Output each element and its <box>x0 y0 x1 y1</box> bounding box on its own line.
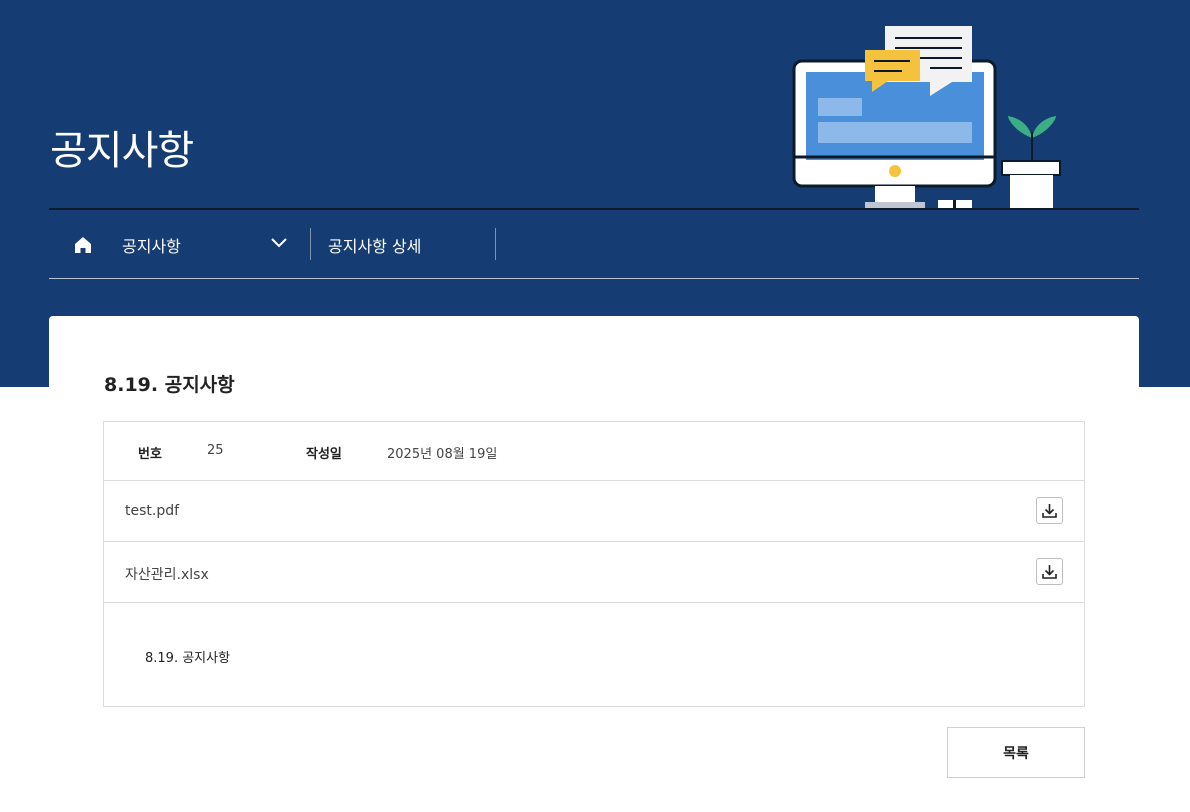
date-label: 작성일 <box>306 447 342 462</box>
list-button[interactable]: 목록 <box>947 727 1085 778</box>
download-icon <box>1042 504 1057 518</box>
page-title: 공지사항 <box>50 128 194 174</box>
file-row: 자산관리.xlsx <box>104 542 1084 603</box>
monitor-illustration <box>792 26 1061 208</box>
download-button[interactable] <box>1036 558 1063 585</box>
breadcrumb-separator <box>495 228 496 260</box>
post-title: 8.19. 공지사항 <box>104 374 235 396</box>
file-name[interactable]: test.pdf <box>125 503 179 519</box>
hero-divider <box>49 208 1139 210</box>
breadcrumb-separator <box>310 228 311 260</box>
breadcrumb-item-notice[interactable]: 공지사항 <box>122 233 181 257</box>
number-value: 25 <box>207 443 224 458</box>
breadcrumb-item-notice-detail[interactable]: 공지사항 상세 <box>328 233 421 257</box>
home-icon[interactable] <box>73 235 93 255</box>
post-content: 8.19. 공지사항 <box>145 651 231 666</box>
download-icon <box>1042 565 1057 579</box>
download-button[interactable] <box>1036 497 1063 524</box>
file-name[interactable]: 자산관리.xlsx <box>125 564 209 584</box>
nav-divider <box>49 278 1139 279</box>
date-value: 2025년 08월 19일 <box>387 447 498 462</box>
file-row: test.pdf <box>104 481 1084 542</box>
post-detail: 번호 25 작성일 2025년 08월 19일 test.pdf 자산관리.xl… <box>103 421 1085 707</box>
post-meta: 번호 25 작성일 2025년 08월 19일 <box>104 422 1084 481</box>
number-label: 번호 <box>138 447 162 462</box>
chevron-down-icon[interactable] <box>270 236 288 250</box>
